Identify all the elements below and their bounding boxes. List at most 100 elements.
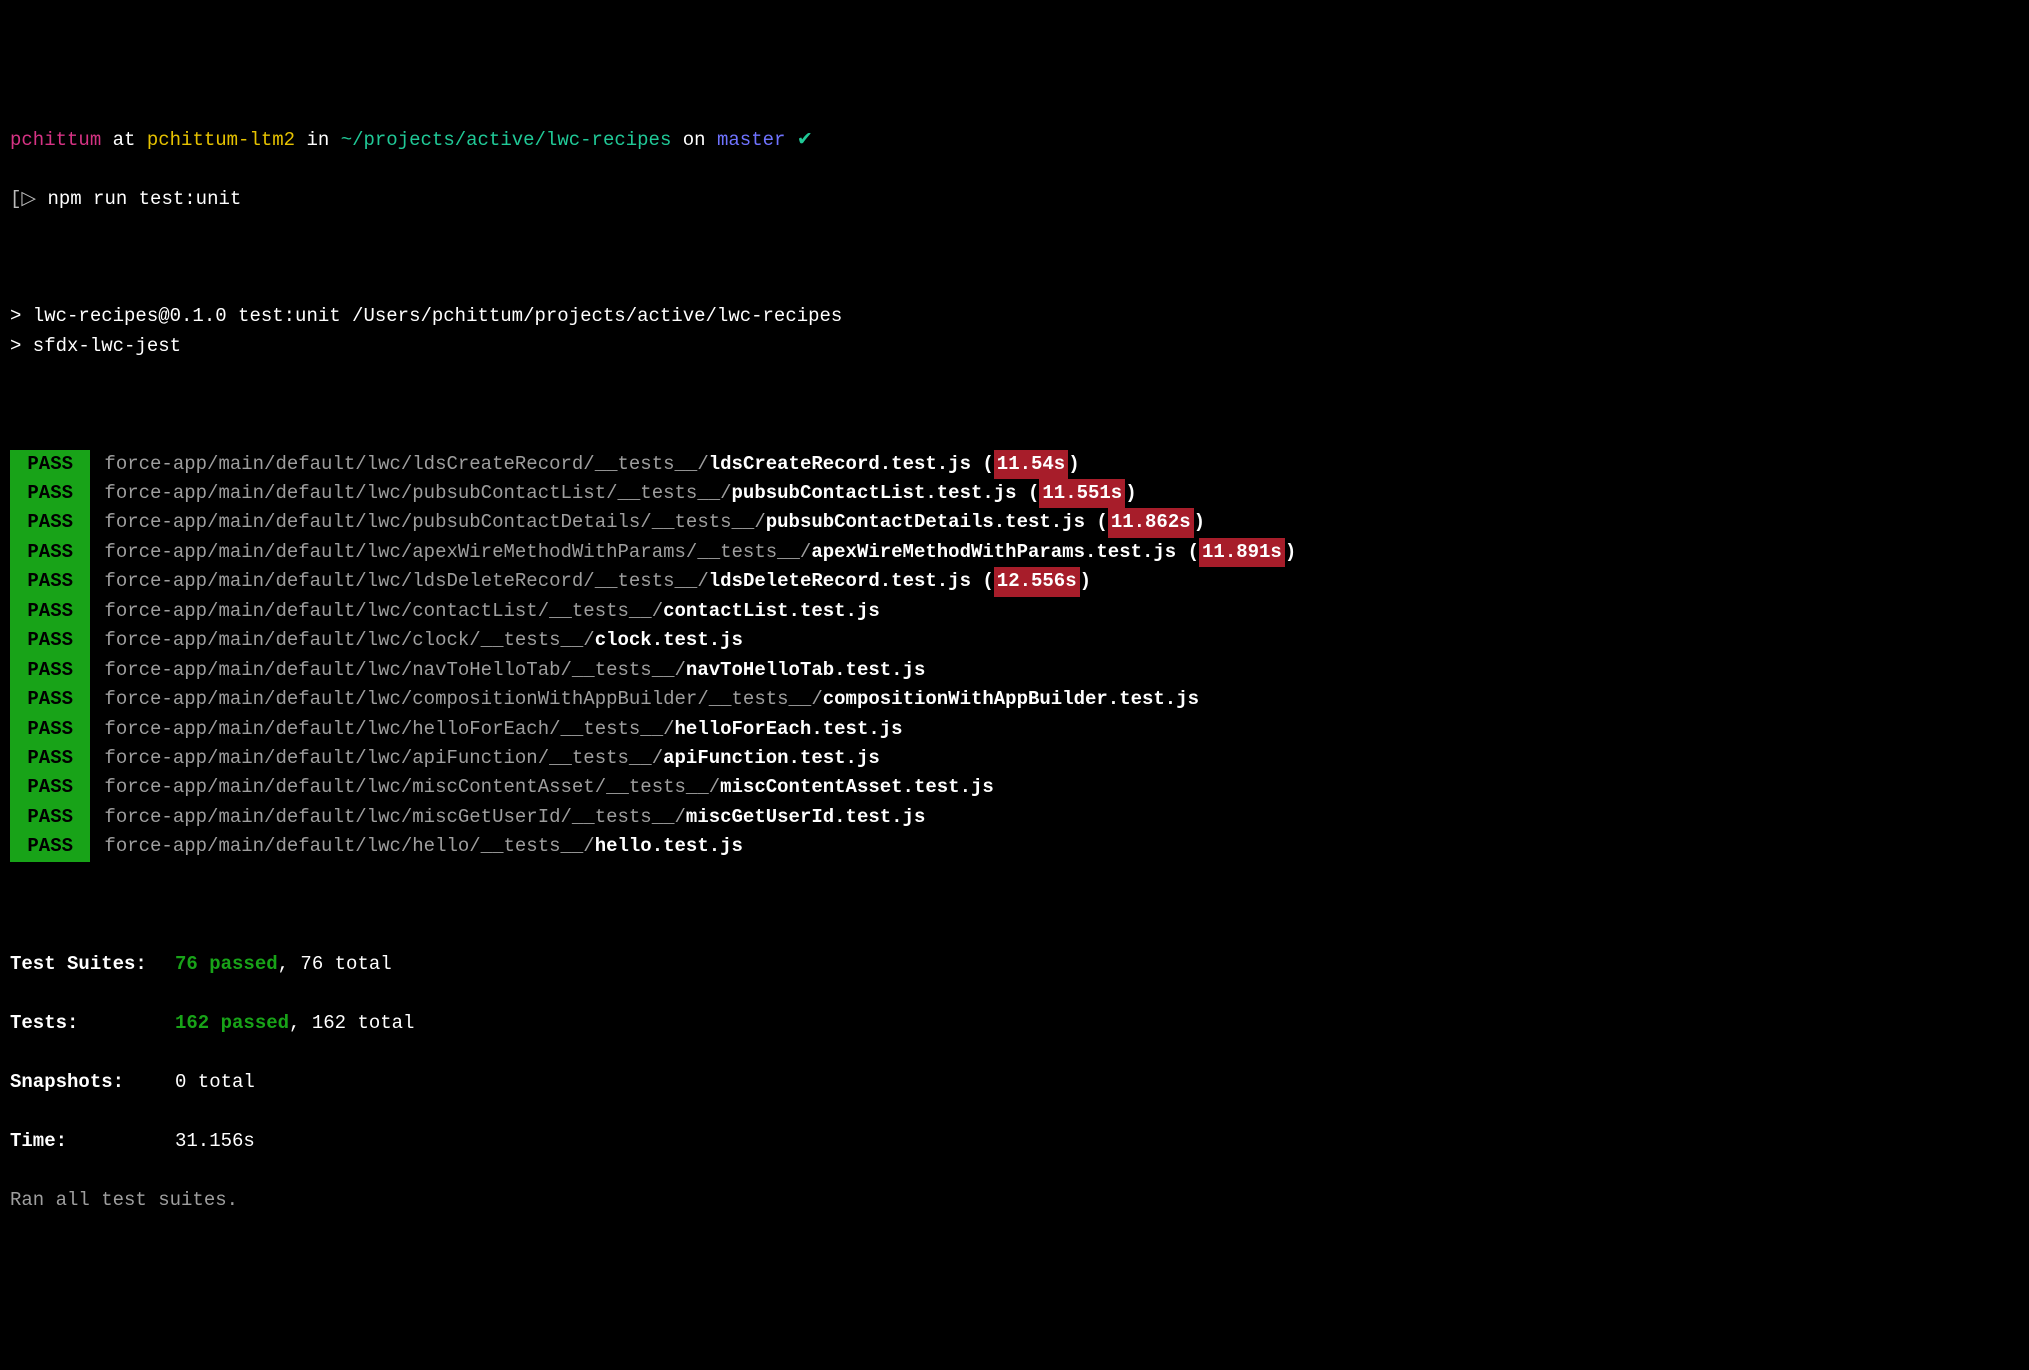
pass-badge: PASS: [10, 597, 90, 626]
test-result-row: PASS force-app/main/default/lwc/contactL…: [10, 597, 2019, 626]
test-path: force-app/main/default/lwc/navToHelloTab…: [104, 659, 686, 681]
shell-prompt-line: pchittum at pchittum-ltm2 in ~/projects/…: [10, 126, 2019, 155]
test-file: ldsCreateRecord.test.js: [709, 453, 971, 475]
test-path: force-app/main/default/lwc/helloForEach/…: [104, 718, 674, 740]
pass-badge: PASS: [10, 479, 90, 508]
summary-suites: Test Suites:76 passed, 76 total: [10, 950, 2019, 979]
paren-open: (: [1085, 511, 1108, 533]
npm-script-echo: > lwc-recipes@0.1.0 test:unit /Users/pch…: [10, 302, 2019, 361]
test-file: apexWireMethodWithParams.test.js: [811, 541, 1176, 563]
summary-value-snaps: 0 total: [175, 1071, 255, 1093]
pass-badge: PASS: [10, 656, 90, 685]
test-file: pubsubContactDetails.test.js: [766, 511, 1085, 533]
test-time-badge: 11.862s: [1108, 508, 1194, 537]
test-time-badge: 11.551s: [1039, 479, 1125, 508]
pass-badge: PASS: [10, 450, 90, 479]
test-path: force-app/main/default/lwc/hello/__tests…: [104, 835, 594, 857]
summary-time: Time:31.156s: [10, 1127, 2019, 1156]
test-result-row: PASS force-app/main/default/lwc/apiFunct…: [10, 744, 2019, 773]
blank-line: [10, 391, 2019, 420]
paren-close: ): [1080, 570, 1091, 592]
paren-open: (: [971, 570, 994, 592]
pass-badge: PASS: [10, 744, 90, 773]
test-result-row: PASS force-app/main/default/lwc/miscGetU…: [10, 803, 2019, 832]
paren-open: (: [1176, 541, 1199, 563]
prompt-in: in: [306, 129, 329, 151]
summary-rest-tests: , 162 total: [289, 1012, 414, 1034]
test-path: force-app/main/default/lwc/apexWireMetho…: [104, 541, 811, 563]
pass-badge: PASS: [10, 803, 90, 832]
test-path: force-app/main/default/lwc/contactList/_…: [104, 600, 663, 622]
test-result-row: PASS force-app/main/default/lwc/composit…: [10, 685, 2019, 714]
summary-footer: Ran all test suites.: [10, 1186, 2019, 1215]
test-path: force-app/main/default/lwc/ldsCreateReco…: [104, 453, 708, 475]
pass-badge: PASS: [10, 715, 90, 744]
test-path: force-app/main/default/lwc/pubsubContact…: [104, 511, 765, 533]
summary-tests: Tests:162 passed, 162 total: [10, 1009, 2019, 1038]
test-file: hello.test.js: [595, 835, 743, 857]
test-result-row: PASS force-app/main/default/lwc/ldsCreat…: [10, 450, 2019, 479]
prompt-user: pchittum: [10, 129, 101, 151]
summary-label-tests: Tests:: [10, 1009, 175, 1038]
test-file: navToHelloTab.test.js: [686, 659, 925, 681]
test-result-row: PASS force-app/main/default/lwc/clock/__…: [10, 626, 2019, 655]
test-file: clock.test.js: [595, 629, 743, 651]
prompt-on: on: [683, 129, 706, 151]
paren-open: (: [971, 453, 994, 475]
summary-label-time: Time:: [10, 1127, 175, 1156]
summary-pass-tests: 162 passed: [175, 1012, 289, 1034]
pass-badge: PASS: [10, 773, 90, 802]
prompt-at: at: [113, 129, 136, 151]
pass-badge: PASS: [10, 508, 90, 537]
prompt-branch: master: [717, 129, 785, 151]
pass-badge: PASS: [10, 567, 90, 596]
summary-rest-suites: , 76 total: [278, 953, 392, 975]
test-result-row: PASS force-app/main/default/lwc/helloFor…: [10, 715, 2019, 744]
test-result-row: PASS force-app/main/default/lwc/miscCont…: [10, 773, 2019, 802]
test-results: PASS force-app/main/default/lwc/ldsCreat…: [10, 450, 2019, 862]
blank-line: [10, 244, 2019, 273]
test-result-row: PASS force-app/main/default/lwc/ldsDelet…: [10, 567, 2019, 596]
test-path: force-app/main/default/lwc/ldsDeleteReco…: [104, 570, 708, 592]
test-path: force-app/main/default/lwc/clock/__tests…: [104, 629, 594, 651]
paren-open: (: [1017, 482, 1040, 504]
paren-close: ): [1194, 511, 1205, 533]
pass-badge: PASS: [10, 538, 90, 567]
test-file: contactList.test.js: [663, 600, 880, 622]
blank-line: [10, 891, 2019, 920]
test-result-row: PASS force-app/main/default/lwc/navToHel…: [10, 656, 2019, 685]
npm-echo-line: > lwc-recipes@0.1.0 test:unit /Users/pch…: [10, 302, 2019, 331]
test-file: pubsubContactList.test.js: [732, 482, 1017, 504]
pass-badge: PASS: [10, 832, 90, 861]
command-text: npm run test:unit: [47, 188, 241, 210]
test-file: miscContentAsset.test.js: [720, 776, 994, 798]
test-path: force-app/main/default/lwc/miscGetUserId…: [104, 806, 686, 828]
prompt-path: ~/projects/active/lwc-recipes: [341, 129, 672, 151]
test-file: helloForEach.test.js: [675, 718, 903, 740]
prompt-caret: [: [10, 188, 21, 210]
prompt-host: pchittum-ltm2: [147, 129, 295, 151]
prompt-arrow-icon: ▷: [21, 188, 36, 210]
test-path: force-app/main/default/lwc/compositionWi…: [104, 688, 822, 710]
test-path: force-app/main/default/lwc/apiFunction/_…: [104, 747, 663, 769]
paren-close: ): [1068, 453, 1079, 475]
command-line[interactable]: [▷ npm run test:unit: [10, 185, 2019, 214]
test-file: miscGetUserId.test.js: [686, 806, 925, 828]
test-time-badge: 11.54s: [994, 450, 1068, 479]
test-time-badge: 11.891s: [1199, 538, 1285, 567]
pass-badge: PASS: [10, 626, 90, 655]
test-path: force-app/main/default/lwc/miscContentAs…: [104, 776, 720, 798]
test-result-row: PASS force-app/main/default/lwc/hello/__…: [10, 832, 2019, 861]
summary-pass-suites: 76 passed: [175, 953, 278, 975]
test-result-row: PASS force-app/main/default/lwc/pubsubCo…: [10, 479, 2019, 508]
test-result-row: PASS force-app/main/default/lwc/apexWire…: [10, 538, 2019, 567]
test-file: ldsDeleteRecord.test.js: [709, 570, 971, 592]
paren-close: ): [1285, 541, 1296, 563]
summary-value-time: 31.156s: [175, 1130, 255, 1152]
prompt-status-ok-icon: ✔: [797, 129, 813, 151]
summary-snapshots: Snapshots:0 total: [10, 1068, 2019, 1097]
test-file: apiFunction.test.js: [663, 747, 880, 769]
test-path: force-app/main/default/lwc/pubsubContact…: [104, 482, 731, 504]
test-time-badge: 12.556s: [994, 567, 1080, 596]
test-result-row: PASS force-app/main/default/lwc/pubsubCo…: [10, 508, 2019, 537]
